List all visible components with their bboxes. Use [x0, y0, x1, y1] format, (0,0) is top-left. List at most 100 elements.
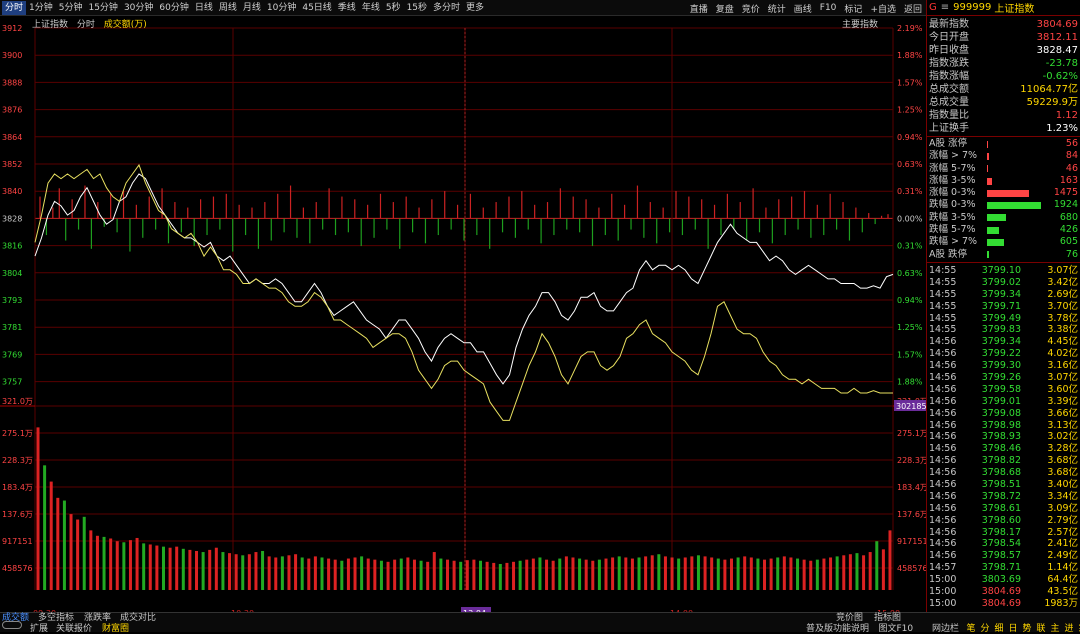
pct-tick: 0.31% [897, 187, 923, 196]
tool-button[interactable]: 标记 [840, 2, 866, 15]
pct-tick: 0.94% [897, 133, 923, 142]
quote-row: 指数涨跌-23.78 [927, 57, 1080, 70]
menu-icon[interactable]: ≡ [941, 2, 949, 13]
tick-price: 3804.69 [967, 586, 1021, 598]
volume-bar [248, 554, 251, 590]
indicator-label: 成交额(万) [104, 20, 147, 30]
period-tab[interactable]: 年线 [359, 1, 383, 15]
chart-mode: 分时 [77, 20, 95, 30]
func-tab[interactable]: 势 [1023, 621, 1032, 634]
period-tab[interactable]: 分时 [2, 1, 26, 15]
volume-bar [413, 560, 416, 590]
volume-bar [486, 562, 489, 590]
period-tab[interactable]: 日线 [192, 1, 216, 15]
period-tab[interactable]: 月线 [240, 1, 264, 15]
breadth-bar [987, 141, 988, 148]
period-tab[interactable]: 5分钟 [56, 1, 86, 15]
func-tab[interactable]: 细 [995, 621, 1004, 634]
volume-bar [439, 559, 442, 590]
price-tick: 3769 [2, 350, 22, 359]
tool-button[interactable]: 复盘 [712, 2, 738, 15]
tick-amount: 3.60亿 [1047, 384, 1078, 396]
quote-panel: G ≡ 999999 上证指数 最新指数3804.69今日开盘3812.11昨日… [926, 0, 1080, 612]
func-tab[interactable]: 网边栏 [932, 621, 959, 634]
breadth-count: 680 [1060, 212, 1078, 224]
tool-button[interactable]: 画线 [790, 2, 816, 15]
volume-bar [756, 559, 759, 590]
period-tab[interactable]: 1分钟 [26, 1, 56, 15]
volume-bar [294, 554, 297, 590]
tool-button[interactable]: 竞价 [738, 2, 764, 15]
quote-value: -0.62% [1043, 70, 1078, 83]
breadth-row: 涨幅 0-3%1475 [927, 187, 1080, 199]
period-tab[interactable]: 60分钟 [156, 1, 191, 15]
volume-bar [723, 560, 726, 590]
tool-button[interactable]: 统计 [764, 2, 790, 15]
tick-row: 14:563798.723.34亿 [927, 491, 1080, 503]
vol-tick: 458576 [2, 564, 33, 573]
tick-list[interactable]: 14:553799.103.07亿14:553799.023.42亿14:553… [927, 263, 1080, 610]
period-tab[interactable]: 15分钟 [85, 1, 120, 15]
period-tab[interactable]: 多分时 [430, 1, 463, 15]
period-tab[interactable]: 季线 [335, 1, 359, 15]
intraday-chart[interactable]: 39122.19%39001.88%38881.57%38761.25%3864… [0, 16, 926, 612]
pct-tick: 0.63% [897, 160, 923, 169]
quote-label: 总成交额 [929, 83, 969, 96]
volume-bar [796, 559, 799, 590]
tick-amount: 1.14亿 [1047, 562, 1078, 574]
func-tab[interactable]: 普及版功能说明 [806, 621, 869, 634]
tool-button[interactable]: F10 [816, 3, 841, 13]
period-tab[interactable]: 周线 [216, 1, 240, 15]
period-tab[interactable]: 10分钟 [264, 1, 299, 15]
vol-tick: 917151 [2, 537, 33, 546]
tick-time: 14:55 [929, 289, 967, 301]
volume-bar [578, 559, 581, 590]
tick-row: 15:003803.6964.4亿 [927, 574, 1080, 586]
quote-label: 今日开盘 [929, 31, 969, 44]
func-tab[interactable]: 图文F10 [879, 621, 914, 634]
chart-title: 上证指数 分时 成交额(万) [32, 17, 153, 30]
func-tab[interactable]: 进 [1065, 621, 1074, 634]
tick-price: 3798.57 [967, 550, 1021, 562]
pct-tick: 1.57% [897, 78, 923, 87]
volume-bar [96, 536, 99, 590]
period-tab[interactable]: 45日线 [299, 1, 334, 15]
tool-button[interactable]: +自选 [866, 2, 900, 15]
volume-bar [103, 537, 106, 590]
chart-canvas[interactable]: 39122.19%39001.88%38881.57%38761.25%3864… [0, 16, 926, 612]
group-icon[interactable]: G [929, 2, 937, 13]
tick-price: 3799.08 [967, 408, 1021, 420]
period-tab[interactable]: 15秒 [404, 1, 430, 15]
tick-time: 14:56 [929, 431, 967, 443]
func-tab[interactable]: 笔 [967, 621, 976, 634]
volume-bar [301, 557, 304, 590]
volume-bar [63, 501, 66, 590]
quote-row: 总成交量59229.9万 [927, 96, 1080, 109]
bottom-tab[interactable]: 关联报价 [56, 621, 92, 634]
tick-price: 3799.30 [967, 360, 1021, 372]
func-tab[interactable]: 联 [1037, 621, 1046, 634]
func-tab[interactable]: 主 [1051, 621, 1060, 634]
volume-bar [803, 560, 806, 590]
tick-row: 14:573798.711.14亿 [927, 562, 1080, 574]
period-tab[interactable]: 更多 [463, 1, 487, 15]
breadth-row: 跌幅 0-3%1924 [927, 199, 1080, 211]
tick-time: 14:56 [929, 372, 967, 384]
bottom-tab[interactable]: 扩展 [30, 621, 48, 634]
toggle-switch[interactable] [2, 621, 22, 629]
func-tab[interactable]: 日 [1009, 621, 1018, 634]
func-tab[interactable]: 分 [981, 621, 990, 634]
period-tab[interactable]: 30分钟 [121, 1, 156, 15]
tick-price: 3799.34 [967, 289, 1021, 301]
tick-price: 3799.34 [967, 336, 1021, 348]
tick-time: 15:00 [929, 574, 967, 586]
tick-time: 14:56 [929, 455, 967, 467]
tool-button[interactable]: 返回 [900, 2, 926, 15]
tool-button[interactable]: 直播 [686, 2, 712, 15]
main-index-button[interactable]: 主要指数 [842, 17, 878, 30]
volume-bar [347, 559, 350, 590]
volume-bar [446, 560, 449, 590]
period-tab[interactable]: 5秒 [383, 1, 404, 15]
volume-bar [664, 556, 667, 590]
bottom-tab[interactable]: 财富圈 [102, 621, 129, 634]
